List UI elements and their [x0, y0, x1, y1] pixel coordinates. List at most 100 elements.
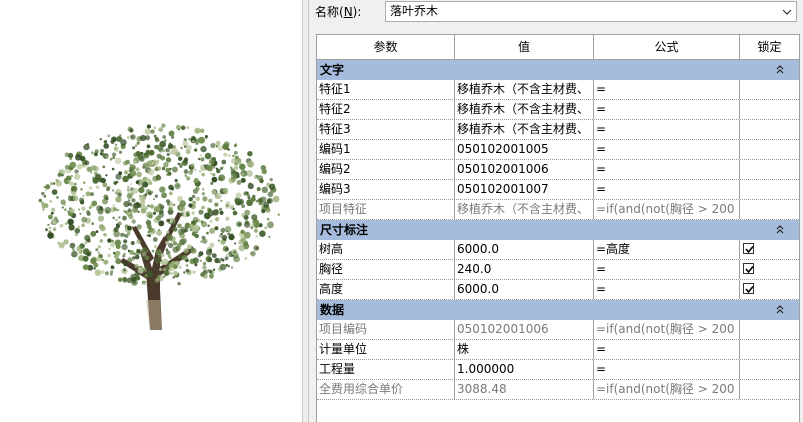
parameter-row: 特征2 移植乔木（不含主材费、 =: [317, 100, 799, 120]
grid-header: 参数 值 公式 锁定: [317, 35, 799, 60]
collapse-chevron-up-icon[interactable]: [775, 224, 785, 236]
parameter-formula[interactable]: =: [594, 180, 740, 199]
parameter-name: 胸径: [317, 260, 455, 279]
parameters-grid: 参数 值 公式 锁定 文字 特征1 移植乔木（不含主材费、 = 特征2 移植乔木（不含主材…: [316, 34, 800, 422]
group-title: 尺寸标注: [320, 223, 369, 237]
parameter-value[interactable]: 6000.0: [455, 280, 594, 299]
parameter-formula[interactable]: =: [594, 340, 740, 359]
parameter-row: 项目编码 050102001006 =if(and(not(胸径 > 200: [317, 320, 799, 340]
checkmark-icon: [745, 285, 754, 294]
parameter-row: 全费用综合单价 3088.48 =if(and(not(胸径 > 200: [317, 380, 799, 400]
parameter-formula[interactable]: =: [594, 160, 740, 179]
parameter-lock: [740, 340, 799, 359]
column-header-formula[interactable]: 公式: [594, 35, 740, 59]
tree-preview-image: [38, 123, 280, 330]
parameter-lock: [740, 100, 799, 119]
parameter-lock: [740, 120, 799, 139]
parameter-name: 特征3: [317, 120, 455, 139]
column-header-lock[interactable]: 锁定: [740, 35, 799, 59]
parameter-row: 工程量 1.000000 =: [317, 360, 799, 380]
parameter-name: 工程量: [317, 360, 455, 379]
group-header[interactable]: 文字: [317, 60, 799, 80]
parameter-lock[interactable]: [740, 240, 799, 259]
parameter-row: 编码3 050102001007 =: [317, 180, 799, 200]
parameter-lock: [740, 160, 799, 179]
parameter-lock: [740, 360, 799, 379]
parameter-lock: [740, 320, 799, 339]
parameter-value: 050102001006: [455, 320, 594, 339]
parameter-value[interactable]: 移植乔木（不含主材费、: [455, 100, 594, 119]
parameter-value[interactable]: 050102001005: [455, 140, 594, 159]
parameter-name: 计量单位: [317, 340, 455, 359]
name-label: 名称(N):: [315, 5, 362, 19]
parameter-name: 特征1: [317, 80, 455, 99]
parameter-lock[interactable]: [740, 280, 799, 299]
type-properties-panel: 名称(N): 落叶乔木 参数 值 公式 锁定 文字 特征1 移植乔木（不含主材费、 =…: [309, 0, 803, 422]
collapse-chevron-up-icon[interactable]: [775, 304, 785, 316]
group-header[interactable]: 数据: [317, 300, 799, 320]
lock-checkbox[interactable]: [743, 243, 754, 254]
name-dropdown-value: 落叶乔木: [390, 4, 439, 18]
parameter-name: 树高: [317, 240, 455, 259]
parameter-row: 树高 6000.0 =高度: [317, 240, 799, 260]
parameter-lock: [740, 200, 799, 219]
family-preview-area: [0, 0, 302, 422]
checkmark-icon: [745, 245, 754, 254]
parameter-row: 编码1 050102001005 =: [317, 140, 799, 160]
lock-checkbox[interactable]: [743, 283, 754, 294]
parameter-formula[interactable]: =: [594, 120, 740, 139]
parameter-value[interactable]: 240.0: [455, 260, 594, 279]
parameter-row: 特征3 移植乔木（不含主材费、 =: [317, 120, 799, 140]
preview-divider[interactable]: [302, 0, 309, 422]
parameter-name: 编码2: [317, 160, 455, 179]
parameter-name: 编码1: [317, 140, 455, 159]
parameter-row: 项目特征 移植乔木（不含主材费、 =if(and(not(胸径 > 200: [317, 200, 799, 220]
parameter-name: 项目特征: [317, 200, 455, 219]
group-title: 文字: [320, 63, 345, 77]
parameter-value[interactable]: 050102001006: [455, 160, 594, 179]
parameter-lock: [740, 180, 799, 199]
collapse-chevron-up-icon[interactable]: [775, 64, 785, 76]
parameter-formula[interactable]: =: [594, 140, 740, 159]
parameter-value[interactable]: 株: [455, 340, 594, 359]
parameter-value[interactable]: 6000.0: [455, 240, 594, 259]
group-title: 数据: [320, 303, 345, 317]
parameter-name: 编码3: [317, 180, 455, 199]
parameter-lock: [740, 380, 799, 399]
parameter-value[interactable]: 移植乔木（不含主材费、: [455, 120, 594, 139]
parameter-formula[interactable]: =: [594, 280, 740, 299]
parameter-formula[interactable]: =: [594, 360, 740, 379]
parameter-name: 特征2: [317, 100, 455, 119]
parameter-formula[interactable]: =: [594, 100, 740, 119]
parameter-value[interactable]: 移植乔木（不含主材费、: [455, 80, 594, 99]
parameter-row: 高度 6000.0 =: [317, 280, 799, 300]
parameter-name: 高度: [317, 280, 455, 299]
name-row: 名称(N): 落叶乔木: [309, 0, 803, 30]
parameter-value[interactable]: 050102001007: [455, 180, 594, 199]
checkmark-icon: [745, 265, 754, 274]
parameter-formula[interactable]: =: [594, 260, 740, 279]
parameter-formula: =if(and(not(胸径 > 200: [594, 380, 740, 399]
parameter-row: 特征1 移植乔木（不含主材费、 =: [317, 80, 799, 100]
parameter-row: 编码2 050102001006 =: [317, 160, 799, 180]
parameter-lock: [740, 140, 799, 159]
parameter-value: 3088.48: [455, 380, 594, 399]
name-dropdown[interactable]: 落叶乔木: [385, 1, 797, 22]
parameter-name: 全费用综合单价: [317, 380, 455, 399]
parameter-formula: =if(and(not(胸径 > 200: [594, 200, 740, 219]
parameter-formula[interactable]: =高度: [594, 240, 740, 259]
parameter-value[interactable]: 1.000000: [455, 360, 594, 379]
parameter-formula: =if(and(not(胸径 > 200: [594, 320, 740, 339]
column-header-parameter[interactable]: 参数: [317, 35, 455, 59]
parameter-value: 移植乔木（不含主材费、: [455, 200, 594, 219]
parameter-name: 项目编码: [317, 320, 455, 339]
column-header-value[interactable]: 值: [455, 35, 594, 59]
parameter-lock: [740, 80, 799, 99]
lock-checkbox[interactable]: [743, 263, 754, 274]
chevron-down-icon: [782, 9, 792, 15]
group-header[interactable]: 尺寸标注: [317, 220, 799, 240]
parameter-lock[interactable]: [740, 260, 799, 279]
parameter-row: 计量单位株 =: [317, 340, 799, 360]
parameter-row: 胸径 240.0 =: [317, 260, 799, 280]
parameter-formula[interactable]: =: [594, 80, 740, 99]
